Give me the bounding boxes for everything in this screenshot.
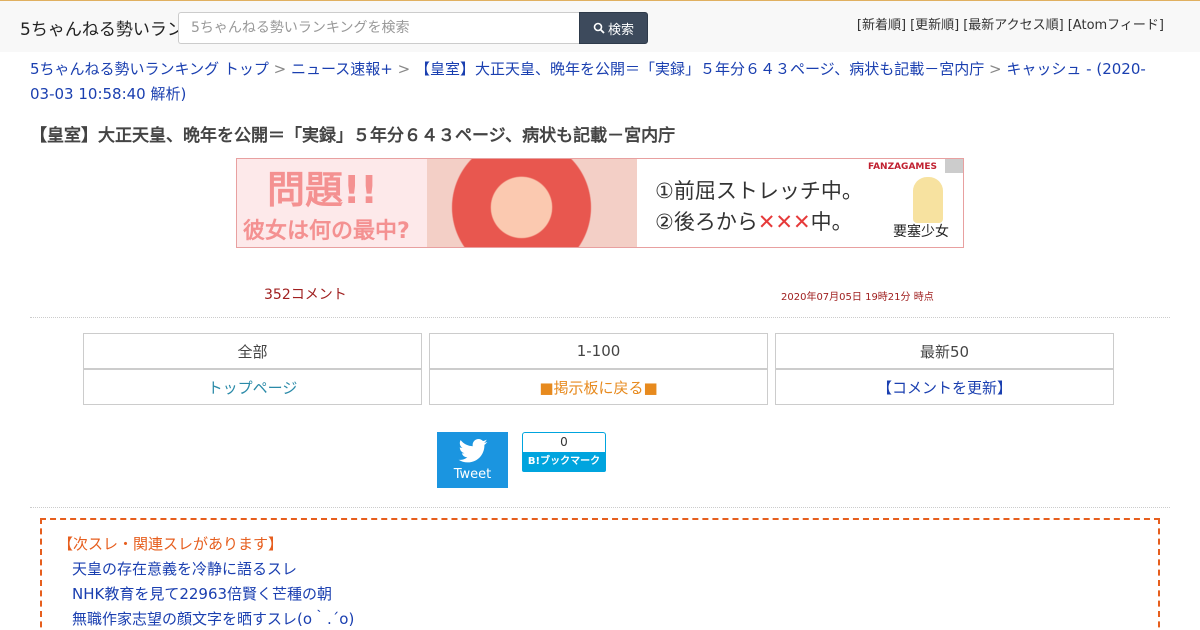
search-input[interactable] <box>178 12 580 44</box>
search-button-label: 検索 <box>607 22 634 38</box>
search-button[interactable]: 検索 <box>579 12 648 44</box>
refresh-comments-button[interactable]: 【コメントを更新】 <box>775 369 1114 405</box>
nav-latest-access[interactable]: [最新アクセス順] <box>963 14 1064 33</box>
range-1-100-button[interactable]: 1-100 <box>429 333 768 369</box>
breadcrumb-separator: > <box>273 60 287 78</box>
twitter-bird-icon <box>458 438 487 462</box>
related-thread-link[interactable]: NHK教育を見て22963倍賢く芒種の朝 <box>58 582 1142 607</box>
tweet-label: Tweet <box>453 466 492 482</box>
breadcrumb-separator: > <box>397 60 411 78</box>
snapshot-timestamp: 2020年07月05日 19時21分 時点 <box>781 292 934 303</box>
ad-info-icon[interactable] <box>945 159 963 173</box>
search-icon <box>593 22 605 34</box>
tweet-button[interactable]: Tweet <box>437 432 508 488</box>
nav-atom-feed[interactable]: [Atomフィード] <box>1068 14 1164 33</box>
banner-headline: 問題!! <box>267 168 378 212</box>
banner-line2: ②後ろから✕✕✕中。 <box>655 210 853 234</box>
related-thread-link[interactable]: 天皇の存在意義を冷静に語るスレ <box>58 557 1142 582</box>
related-threads-box: 【次スレ・関連スレがあります】 天皇の存在意義を冷静に語るスレ NHK教育を見て… <box>40 518 1160 630</box>
breadcrumb: 5ちゃんねる勢いランキング トップ > ニュース速報+ > 【皇室】大正天皇、晩… <box>30 57 1170 107</box>
banner-brand-logo: FANZAGAMES <box>867 162 937 172</box>
show-all-button[interactable]: 全部 <box>83 333 422 369</box>
breadcrumb-thread[interactable]: 【皇室】大正天皇、晩年を公開＝「実録」５年分６４３ページ、病状も記載－宮内庁 <box>415 60 984 78</box>
divider <box>30 507 1170 508</box>
banner-character <box>913 177 943 223</box>
hatena-count: 0 <box>522 432 606 452</box>
hatena-label: B!ブックマーク <box>522 452 606 472</box>
banner-illustration <box>427 159 637 247</box>
ad-banner[interactable]: 問題!! 彼女は何の最中? ①前屈ストレッチ中。 ②後ろから✕✕✕中。 FANZ… <box>236 158 964 248</box>
top-page-button[interactable]: トップページ <box>83 369 422 405</box>
page-title: 【皇室】大正天皇、晩年を公開＝「実録」５年分６４３ページ、病状も記載－宮内庁 <box>30 126 676 146</box>
banner-line1: ①前屈ストレッチ中。 <box>655 179 863 203</box>
divider <box>30 317 1170 318</box>
back-to-board-button[interactable]: ■掲示板に戻る■ <box>429 369 768 405</box>
nav-new[interactable]: [新着順] <box>857 14 906 33</box>
breadcrumb-separator: > <box>989 60 1002 78</box>
site-brand[interactable]: 5ちゃんねる勢いランキング <box>20 15 178 40</box>
banner-game-logo: 要塞少女 <box>893 224 949 240</box>
sort-nav: [新着順] [更新順] [最新アクセス順] [Atomフィード] <box>857 14 1164 33</box>
banner-subline: 彼女は何の最中? <box>243 219 410 244</box>
comment-count: 352コメント <box>264 287 347 303</box>
nav-updated[interactable]: [更新順] <box>910 14 959 33</box>
latest-50-button[interactable]: 最新50 <box>775 333 1114 369</box>
breadcrumb-home[interactable]: 5ちゃんねる勢いランキング トップ <box>30 60 269 78</box>
related-thread-link[interactable]: 無職作家志望の顔文字を晒すスレ(o｀.´o) <box>58 607 1142 630</box>
header-bar: 5ちゃんねる勢いランキング 検索 [新着順] [更新順] [最新アクセス順] [… <box>0 0 1200 52</box>
breadcrumb-board[interactable]: ニュース速報+ <box>291 60 393 78</box>
related-threads-title: 【次スレ・関連スレがあります】 <box>58 535 284 553</box>
hatena-bookmark-button[interactable]: 0 B!ブックマーク <box>522 432 606 472</box>
